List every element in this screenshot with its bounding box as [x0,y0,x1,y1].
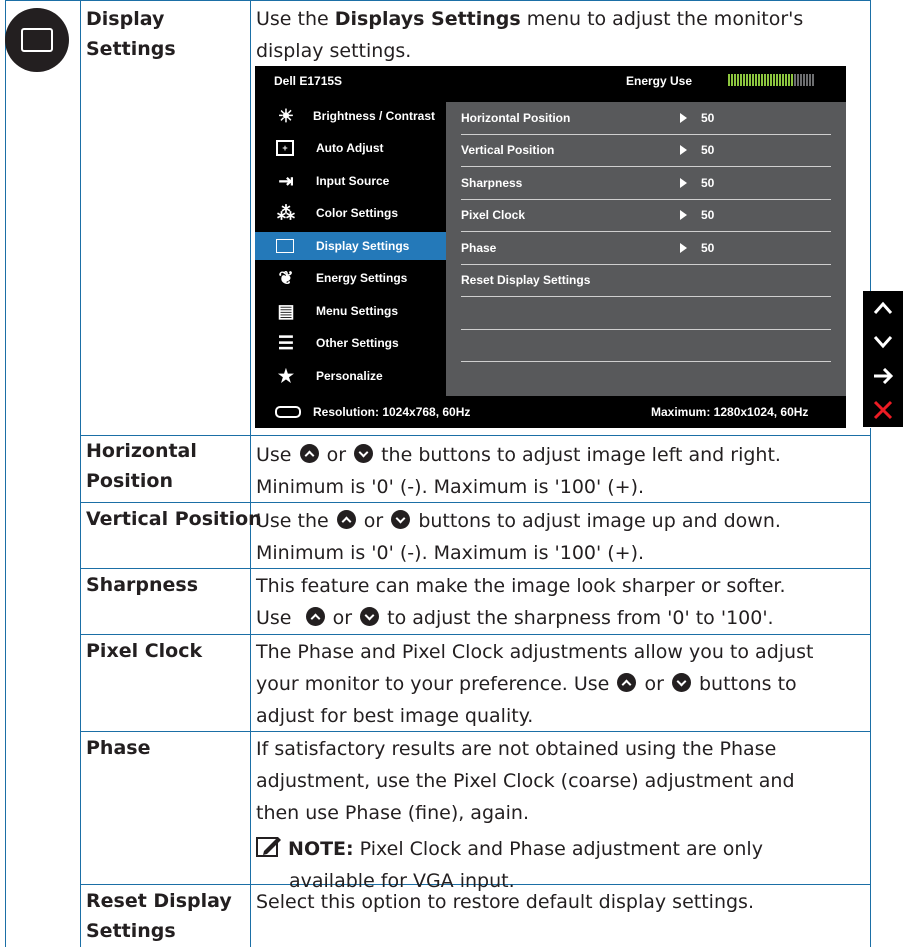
osd-model-name: Dell E1715S [274,74,343,88]
up-button-icon [305,607,325,626]
osd-menu-brightness-contrast[interactable]: ☀ Brightness / Contrast [255,102,446,130]
section-label: Display Settings [86,4,176,64]
close-icon[interactable] [863,393,903,427]
down-icon[interactable] [863,325,903,359]
section-intro: Use the Displays Settings menu to adjust… [256,3,866,67]
table-border-col2 [250,0,251,947]
section-label-line1: Display [86,8,165,30]
osd-nav-buttons [863,291,903,427]
auto-adjust-icon: + [276,140,294,156]
intro-line2: display settings. [256,40,412,62]
color-settings-icon: ⁂ [277,203,295,223]
osd-menu-other-settings[interactable]: ☰ Other Settings [255,329,446,357]
table-border-right [870,0,871,291]
row-label-phase: Phase [86,737,151,759]
osd-header: Dell E1715S Energy Use [255,66,846,96]
star-icon: ★ [277,366,295,386]
table-border-left [5,0,6,947]
down-button-icon [391,510,411,529]
display-settings-icon [5,8,69,72]
osd-row-empty [461,329,831,362]
right-triangle-icon [680,113,687,123]
row-label-vertical-position: Vertical Position [86,508,262,530]
osd-row-reset-display-settings[interactable]: Reset Display Settings [461,264,831,297]
energy-meter [728,74,846,86]
row-desc-vertical-position: Use the or buttons to adjust image up an… [256,510,781,564]
up-button-icon [336,510,356,529]
osd-resolution: Resolution: 1024x768, 60Hz [313,405,471,419]
osd-row-sharpness[interactable]: Sharpness 50 [461,167,831,200]
brightness-icon: ☀ [277,106,295,126]
section-label-line2: Settings [86,38,176,60]
osd-row-empty [461,297,831,330]
row-desc-phase: If satisfactory results are not obtained… [256,738,795,824]
row-divider [80,435,870,436]
table-border-top [5,0,871,1]
intro-bold-term: Displays Settings [334,8,521,30]
energy-icon: ❦ [278,268,294,288]
table-border-right-lower [870,428,871,947]
osd-menu-input-source[interactable]: ⇥ Input Source [255,167,446,195]
osd-energy-label: Energy Use [626,74,693,88]
up-icon[interactable] [863,291,903,325]
right-arrow-icon[interactable] [863,359,903,393]
row-divider [80,634,870,635]
other-settings-icon: ☰ [277,333,295,353]
down-button-icon [360,607,380,626]
vga-icon [275,406,301,418]
osd-row-phase[interactable]: Phase 50 [461,232,831,265]
osd-menu-auto-adjust[interactable]: + Auto Adjust [255,134,446,162]
table-border-col1 [80,0,81,947]
right-triangle-icon [680,145,687,155]
row-desc-reset-display-settings: Select this option to restore default di… [256,891,754,913]
note-pencil-icon [256,837,281,857]
osd-screenshot: Dell E1715S Energy Use ☀ Brightness / Co… [255,66,846,428]
display-icon [276,239,294,253]
osd-row-vertical-position[interactable]: Vertical Position 50 [461,134,831,167]
row-desc-sharpness: This feature can make the image look sha… [256,575,786,629]
down-button-icon [354,444,374,463]
up-button-icon [617,673,637,692]
right-triangle-icon [680,178,687,188]
osd-row-pixel-clock[interactable]: Pixel Clock 50 [461,199,831,232]
osd-footer: Resolution: 1024x768, 60Hz Maximum: 1280… [255,396,846,428]
down-button-icon [671,673,691,692]
intro-line1: Use the Displays Settings menu to adjust… [256,8,804,30]
menu-icon: ▤ [277,301,295,321]
note-label: NOTE: [288,838,354,860]
up-button-icon [299,444,319,463]
osd-menu-energy-settings[interactable]: ❦ Energy Settings [255,264,446,292]
osd-main-menu: ☀ Brightness / Contrast + Auto Adjust ⇥ … [255,102,446,396]
row-label-pixel-clock: Pixel Clock [86,640,203,662]
row-desc-pixel-clock: The Phase and Pixel Clock adjustments al… [256,641,814,727]
osd-menu-color-settings[interactable]: ⁂ Color Settings [255,199,446,227]
osd-menu-personalize[interactable]: ★ Personalize [255,362,446,390]
osd-maximum-resolution: Maximum: 1280x1024, 60Hz [651,405,809,419]
row-desc-horizontal-position: Use or the buttons to adjust image left … [256,444,781,498]
osd-row-horizontal-position[interactable]: Horizontal Position 50 [461,102,831,135]
row-label-horizontal-position: Horizontal Position [86,440,197,492]
input-source-icon: ⇥ [278,171,294,191]
row-label-reset-display-settings: Reset Display Settings [86,890,232,942]
osd-menu-menu-settings[interactable]: ▤ Menu Settings [255,297,446,325]
right-triangle-icon [680,243,687,253]
right-triangle-icon [680,210,687,220]
row-label-sharpness: Sharpness [86,574,199,596]
osd-menu-display-settings[interactable]: Display Settings [255,232,446,260]
osd-submenu-panel: Horizontal Position 50 Vertical Position 5… [446,102,846,396]
